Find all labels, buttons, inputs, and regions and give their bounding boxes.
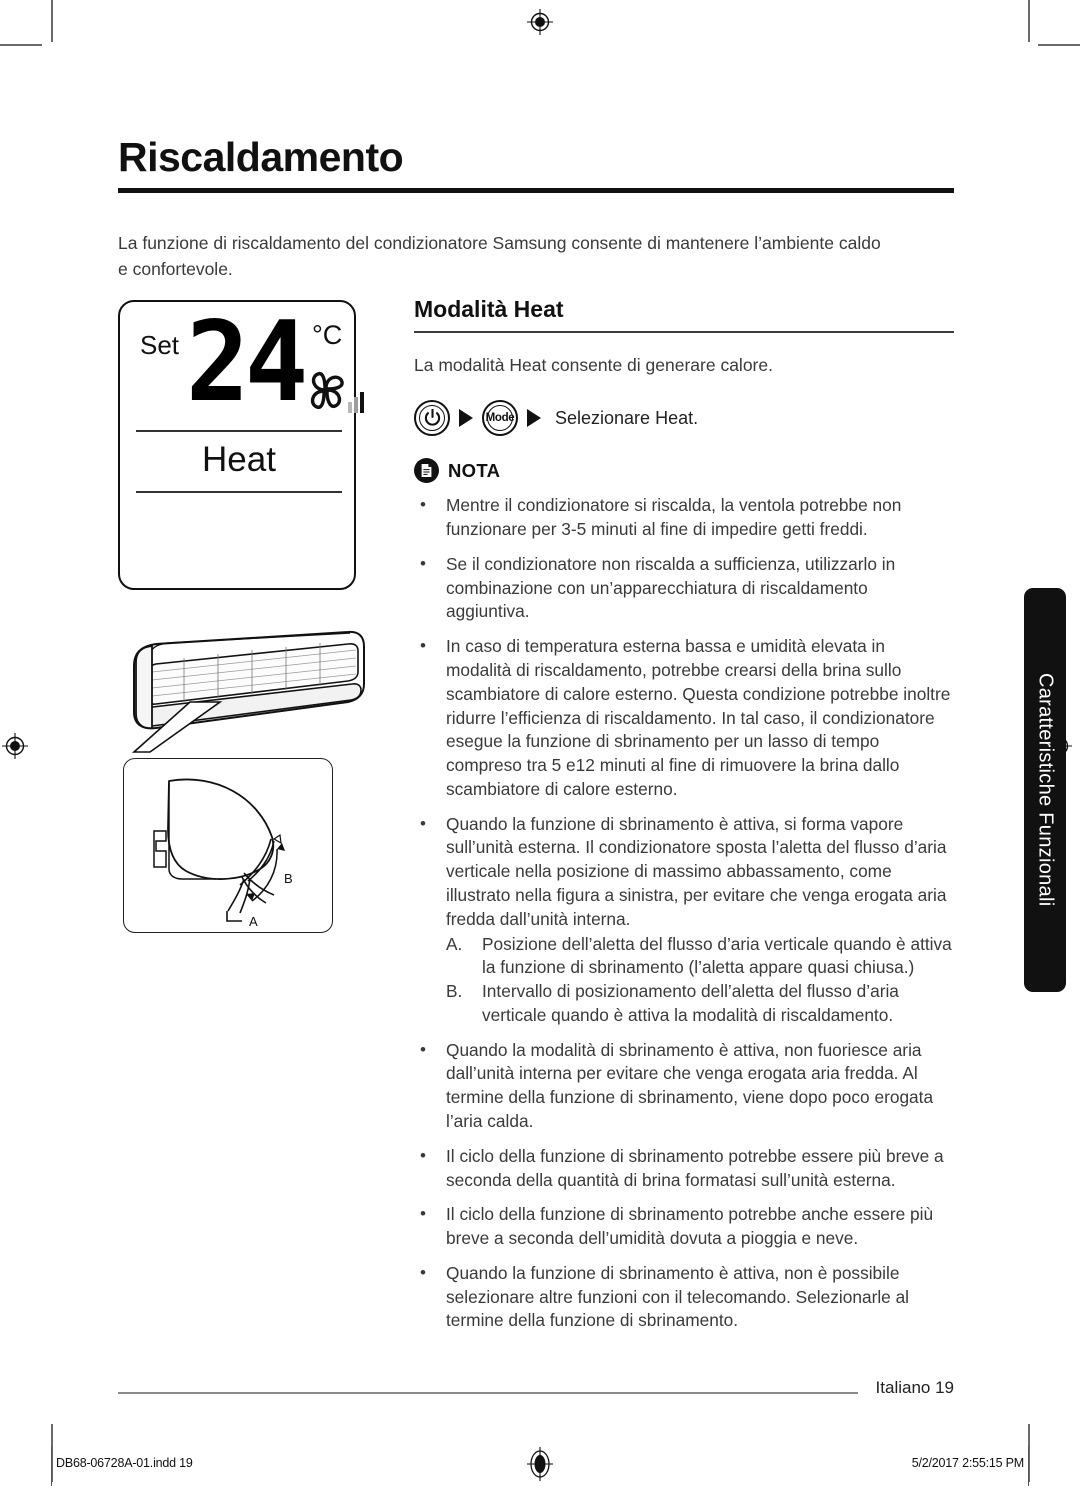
list-item: Quando la funzione di sbrinamento è atti… xyxy=(414,812,954,1028)
mode-button[interactable]: Mode xyxy=(482,400,518,437)
power-icon xyxy=(424,409,440,426)
page-header: Riscaldamento xyxy=(118,134,954,194)
diagram-label-a: A xyxy=(249,914,258,929)
lcd-mode-label: Heat xyxy=(202,440,276,479)
list-item: Il ciclo della funzione di sbrinamento p… xyxy=(414,1144,954,1193)
note-text: In caso di temperatura esterna bassa e u… xyxy=(446,636,951,799)
section-thumb-tab[interactable]: Caratteristiche Funzionali xyxy=(1024,588,1066,992)
lcd-divider-bottom xyxy=(136,491,342,493)
lcd-unit-label: °C xyxy=(312,320,343,350)
list-item: In caso di temperatura esterna bassa e u… xyxy=(414,634,954,801)
section-lead: La modalità Heat consente di generare ca… xyxy=(414,355,773,375)
crop-mark-tl-h xyxy=(0,44,42,46)
section-thumb-tab-label: Caratteristiche Funzionali xyxy=(1034,673,1057,907)
sub-item-marker: A. xyxy=(446,933,463,954)
manual-page: Riscaldamento La funzione di riscaldamen… xyxy=(0,0,1080,1491)
arrow-right-icon-2 xyxy=(527,409,541,428)
fan-icon xyxy=(302,366,368,423)
note-label: NOTA xyxy=(448,459,501,481)
arrow-right-icon-1 xyxy=(459,409,473,428)
note-text: Mentre il condizionatore si riscalda, la… xyxy=(446,495,902,540)
registration-mark-left xyxy=(2,733,28,759)
crop-mark-tl-v xyxy=(51,0,53,42)
note-text: Quando la modalità di sbrinamento è atti… xyxy=(446,1039,934,1131)
registration-mark-top xyxy=(527,9,553,35)
lcd-temperature-value: 24 xyxy=(186,298,308,428)
note-header: NOTA xyxy=(414,458,954,484)
mode-button-label: Mode xyxy=(485,412,515,425)
list-item: A. Posizione dell’aletta del flusso d’ar… xyxy=(446,933,954,981)
remote-display-illustration: Set 24 °C Heat xyxy=(118,300,364,590)
list-item: Il ciclo della funzione di sbrinamento p… xyxy=(414,1202,954,1251)
source-filename: DB68-06728A-01.indd 19 xyxy=(56,1456,193,1470)
footer-divider xyxy=(118,1392,858,1394)
note-text: Quando la funzione di sbrinamento è atti… xyxy=(446,1262,910,1331)
list-item: B. Intervallo di posizionamento dell’ale… xyxy=(446,980,954,1028)
sequence-instruction: Selezionare Heat. xyxy=(555,407,699,428)
title-divider xyxy=(118,188,954,194)
print-bar-rule-left xyxy=(51,1446,53,1486)
document-note-icon xyxy=(414,458,439,484)
page-number: Italiano 19 xyxy=(875,1378,954,1397)
print-info-bar: DB68-06728A-01.indd 19 5/2/2017 2:55:15 … xyxy=(0,1440,1080,1486)
note-text: Il ciclo della funzione di sbrinamento p… xyxy=(446,1204,934,1249)
note-sublist: A. Posizione dell’aletta del flusso d’ar… xyxy=(446,933,954,1028)
note-text: Quando la funzione di sbrinamento è atti… xyxy=(446,813,947,929)
section-divider xyxy=(414,331,954,333)
lcd-divider-top xyxy=(136,430,342,432)
list-item: Mentre il condizionatore si riscalda, la… xyxy=(414,493,954,542)
power-button[interactable] xyxy=(414,400,450,437)
notes-list: Mentre il condizionatore si riscalda, la… xyxy=(414,493,954,1333)
section-heading: Modalità Heat xyxy=(414,296,564,322)
intro-paragraph: La funzione di riscaldamento del condizi… xyxy=(118,232,881,279)
button-sequence: Mode Selezionare Heat. xyxy=(414,400,954,437)
print-bar-rule-right xyxy=(1028,1446,1030,1486)
print-timestamp: 5/2/2017 2:55:15 PM xyxy=(911,1456,1024,1470)
list-item: Quando la modalità di sbrinamento è atti… xyxy=(414,1038,954,1134)
lcd-temperature-row: Set 24 °C xyxy=(134,307,364,422)
lcd-set-label: Set xyxy=(140,330,180,360)
airflow-blade-detail-box: A B xyxy=(123,758,333,933)
crop-mark-tr-h xyxy=(1038,44,1080,46)
note-text: Se il condizionatore non riscalda a suff… xyxy=(446,553,896,622)
note-text: Il ciclo della funzione di sbrinamento p… xyxy=(446,1145,944,1190)
sub-item-marker: B. xyxy=(446,981,463,1002)
section-content: Modalità Heat La modalità Heat consente … xyxy=(414,296,954,1344)
diagram-label-b: B xyxy=(284,871,293,886)
page-footer: Italiano 19 xyxy=(118,1378,954,1408)
list-item: Quando la funzione di sbrinamento è atti… xyxy=(414,1261,954,1333)
crop-mark-tr-v xyxy=(1028,0,1030,42)
sub-item-text: Posizione dell’aletta del flusso d’aria … xyxy=(482,933,952,978)
list-item: Se il condizionatore non riscalda a suff… xyxy=(414,552,954,624)
page-title: Riscaldamento xyxy=(118,134,404,180)
registration-mark-bottom xyxy=(522,1446,558,1482)
sub-item-text: Intervallo di posizionamento dell’aletta… xyxy=(482,981,899,1025)
